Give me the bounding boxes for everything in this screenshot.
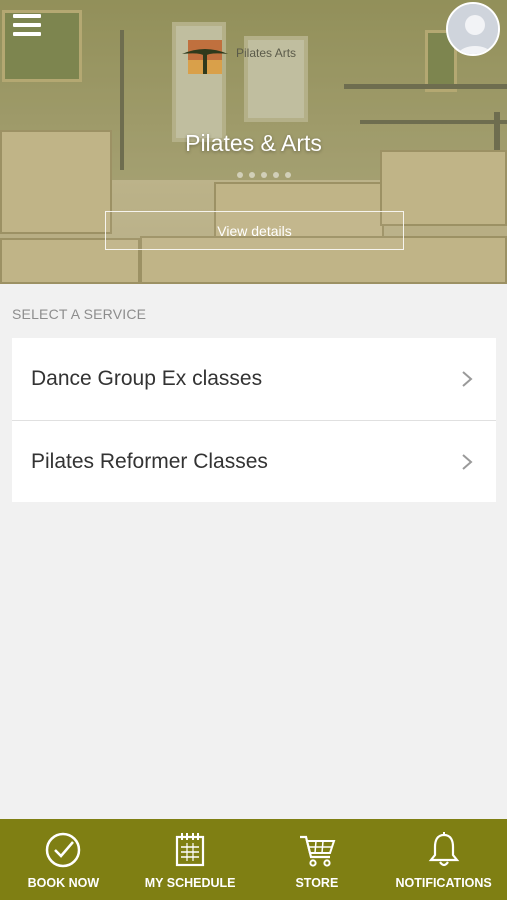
tab-notifications[interactable]: NOTIFICATIONS: [380, 819, 507, 900]
tab-my-schedule[interactable]: MY SCHEDULE: [127, 819, 254, 900]
tab-label: STORE: [295, 876, 339, 890]
hamburger-menu-icon[interactable]: [13, 14, 41, 38]
select-service-heading: SELECT A SERVICE: [12, 306, 147, 322]
tree-logo-icon: [182, 40, 228, 74]
tab-label: BOOK NOW: [27, 876, 100, 890]
service-item-dance-group-ex[interactable]: Dance Group Ex classes: [12, 338, 496, 420]
profile-avatar[interactable]: [446, 2, 500, 56]
chevron-right-icon: [462, 453, 473, 470]
service-item-label: Dance Group Ex classes: [31, 367, 263, 390]
view-details-button[interactable]: View details: [105, 211, 404, 250]
rating-dots: [237, 172, 291, 178]
check-circle-icon: [46, 832, 81, 868]
tab-book-now[interactable]: BOOK NOW: [0, 819, 127, 900]
logo-text: Pilates Arts: [236, 46, 297, 60]
chevron-right-icon: [462, 371, 473, 387]
service-item-label: Pilates Reformer Classes: [31, 449, 268, 473]
studio-logo: Pilates Arts: [180, 38, 320, 78]
studio-title: Pilates & Arts: [185, 130, 322, 156]
tab-label: MY SCHEDULE: [144, 876, 236, 890]
cart-icon: [299, 835, 336, 867]
tab-label: NOTIFICATIONS: [395, 876, 492, 890]
service-list: Dance Group Ex classes Pilates Reformer …: [12, 338, 496, 502]
bottom-tab-bar: BOOK NOW MY SCHEDULE STORE NOTIFICATIONS: [0, 819, 507, 900]
service-item-pilates-reformer[interactable]: Pilates Reformer Classes: [12, 420, 496, 502]
tab-store[interactable]: STORE: [254, 819, 381, 900]
calendar-icon: [176, 833, 205, 867]
bell-icon: [428, 832, 459, 867]
